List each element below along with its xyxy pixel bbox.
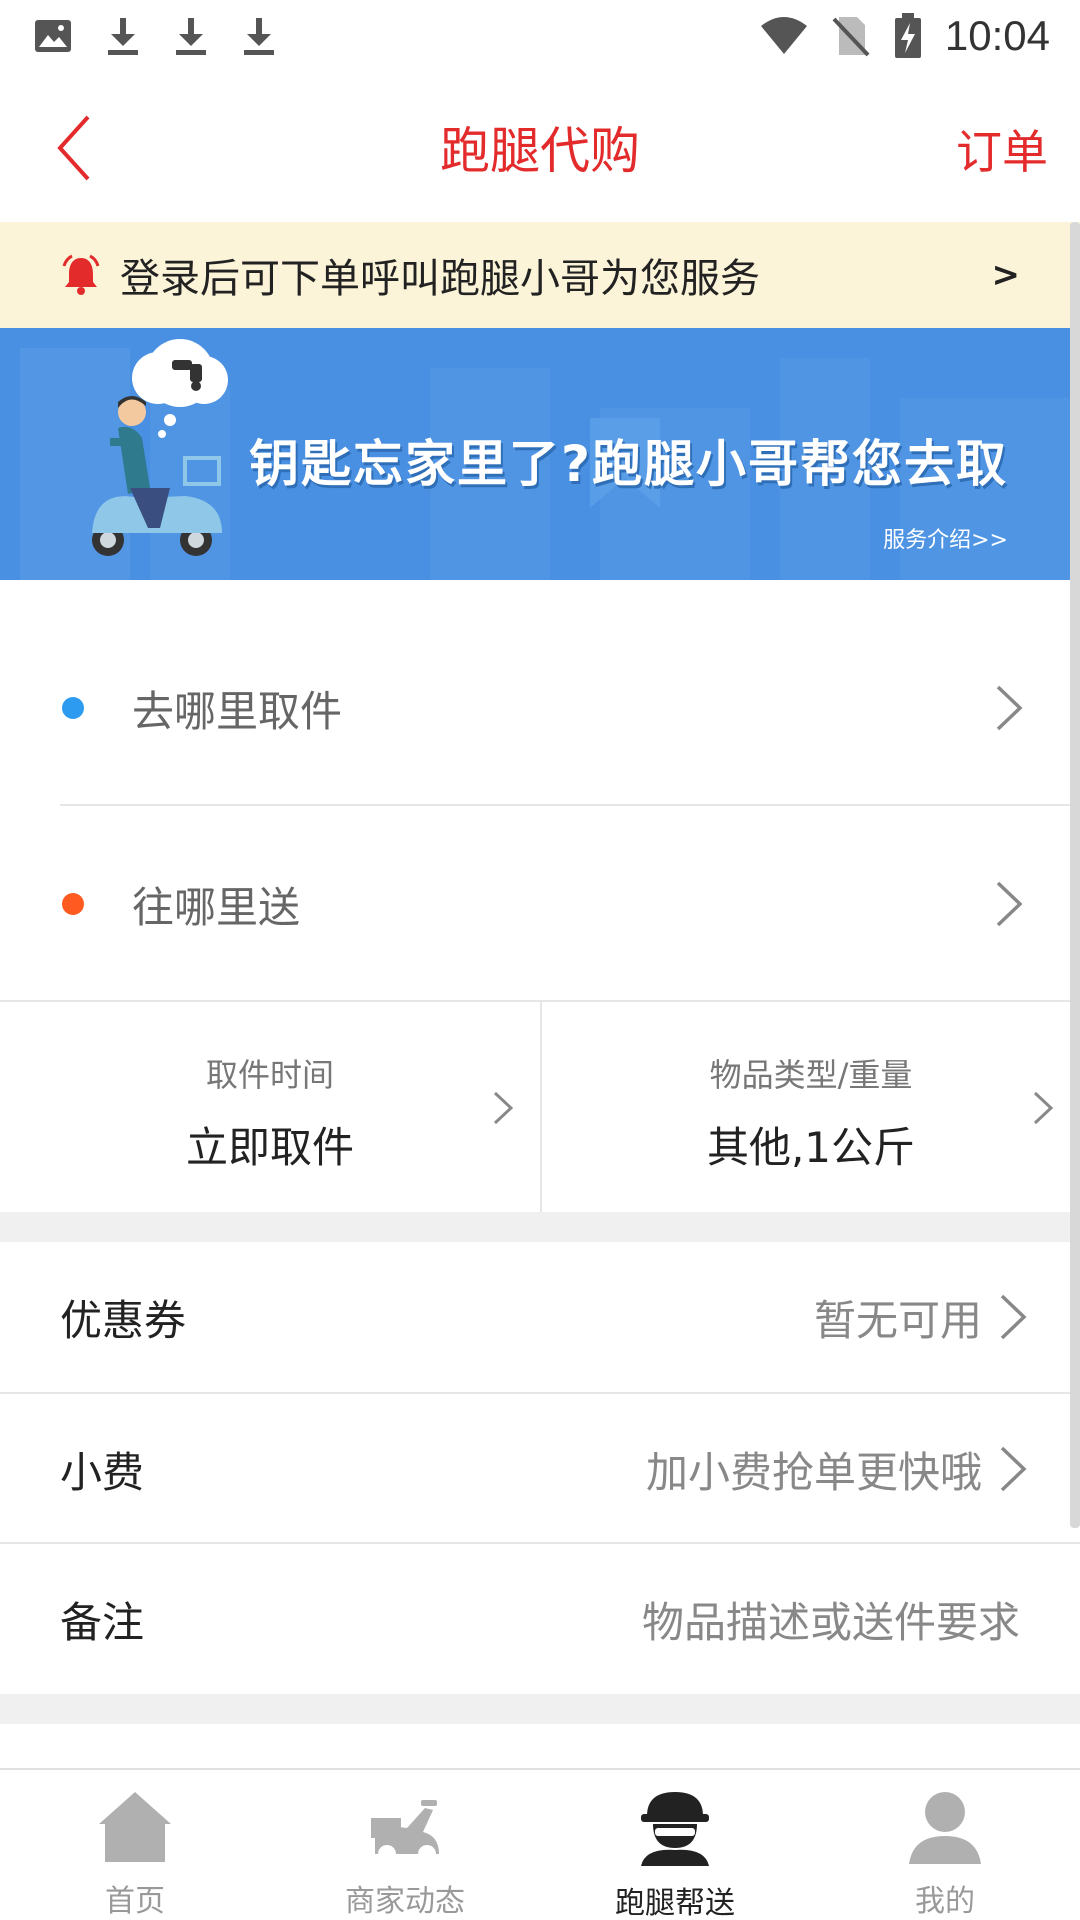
remark-input[interactable]: 物品描述或送件要求 <box>642 1589 1020 1650</box>
status-bar: 10:04 <box>0 0 1080 72</box>
courier-icon <box>641 1792 709 1866</box>
tab-mine[interactable]: 我的 <box>810 1770 1080 1920</box>
bottom-tab-bar: 首页 商家动态 跑腿帮送 我的 <box>0 1768 1080 1920</box>
status-left <box>34 16 276 56</box>
goods-type-value: 其他,1公斤 <box>706 1123 916 1172</box>
tab-home[interactable]: 首页 <box>0 1770 270 1920</box>
coupon-value: 暂无可用 <box>813 1295 982 1345</box>
section-gap <box>0 1212 1080 1242</box>
chevron-right-icon <box>1000 1446 1027 1492</box>
pickup-time-label: 取件时间 <box>205 1056 334 1094</box>
order-button[interactable]: 订单 <box>956 116 1048 182</box>
promo-banner[interactable]: 钥匙忘家里了?跑腿小哥帮您去取 服务介绍>> <box>0 328 1080 580</box>
pickup-dot <box>62 697 84 719</box>
wifi-icon <box>760 17 807 54</box>
download-icon <box>244 18 274 55</box>
remark-row[interactable]: 备注 物品描述或送件要求 <box>0 1544 1080 1694</box>
goods-type-cell[interactable]: 物品类型/重量 其他,1公斤 <box>540 1002 1080 1212</box>
coupon-label: 优惠券 <box>60 1295 187 1345</box>
status-time: 10:04 <box>944 12 1050 59</box>
notice-text: 登录后可下单呼叫跑腿小哥为您服务 <box>120 256 760 302</box>
page-title: 跑腿代购 <box>440 122 640 180</box>
user-icon <box>909 1792 981 1864</box>
banner-headline: 钥匙忘家里了?跑腿小哥帮您去取 <box>248 435 1008 493</box>
download-icon <box>176 18 206 55</box>
pickup-time-cell[interactable]: 取件时间 立即取件 <box>0 1002 540 1212</box>
tab-merchant-news-label: 商家动态 <box>345 1884 465 1919</box>
top-navigation-bar: 跑腿代购 订单 <box>0 72 1080 222</box>
back-button[interactable] <box>44 108 104 188</box>
battery-charging-icon <box>894 13 921 58</box>
image-icon <box>35 20 71 52</box>
service-intro-link[interactable]: 服务介绍>> <box>883 522 1008 554</box>
goods-type-label: 物品类型/重量 <box>709 1056 913 1094</box>
dropoff-dot <box>62 893 84 915</box>
scrollbar[interactable] <box>1070 222 1080 1528</box>
tip-value: 加小费抢单更快哦 <box>645 1447 982 1497</box>
pickup-address-row[interactable]: 去哪里取件 <box>0 610 1080 806</box>
coupon-row[interactable]: 优惠券 暂无可用 <box>0 1242 1080 1392</box>
chevron-right-icon <box>493 1091 514 1125</box>
login-notice[interactable]: 登录后可下单呼叫跑腿小哥为您服务 > <box>0 222 1080 328</box>
scooter-icon <box>371 1800 439 1863</box>
chevron-right-icon <box>1033 1091 1054 1125</box>
remark-label: 备注 <box>60 1597 145 1647</box>
alarm-bell-icon <box>62 254 100 295</box>
chevron-right-icon <box>1000 1294 1027 1340</box>
tab-merchant-news[interactable]: 商家动态 <box>270 1770 540 1920</box>
order-details-split: 取件时间 立即取件 物品类型/重量 其他,1公斤 <box>0 1000 1080 1212</box>
home-icon <box>99 1792 171 1862</box>
pickup-time-value: 立即取件 <box>185 1123 354 1172</box>
tab-errand-delivery[interactable]: 跑腿帮送 <box>540 1770 810 1920</box>
tab-errand-delivery-label: 跑腿帮送 <box>615 1886 735 1920</box>
pickup-address-text: 去哪里取件 <box>132 686 343 736</box>
tab-home-label: 首页 <box>105 1884 165 1919</box>
back-chevron-icon <box>57 115 90 181</box>
dropoff-address-row[interactable]: 往哪里送 <box>0 806 1080 1002</box>
section-gap <box>0 1694 1080 1724</box>
tip-label: 小费 <box>60 1447 145 1497</box>
chevron-right-icon <box>996 685 1023 731</box>
chevron-right-icon <box>996 881 1023 927</box>
tip-row[interactable]: 小费 加小费抢单更快哦 <box>0 1394 1080 1544</box>
dropoff-address-text: 往哪里送 <box>132 882 301 932</box>
notice-arrow: > <box>991 255 1021 295</box>
tab-mine-label: 我的 <box>915 1884 975 1919</box>
download-icon <box>108 18 138 55</box>
status-right: 10:04 <box>759 12 1050 60</box>
no-sim-icon <box>832 17 870 57</box>
